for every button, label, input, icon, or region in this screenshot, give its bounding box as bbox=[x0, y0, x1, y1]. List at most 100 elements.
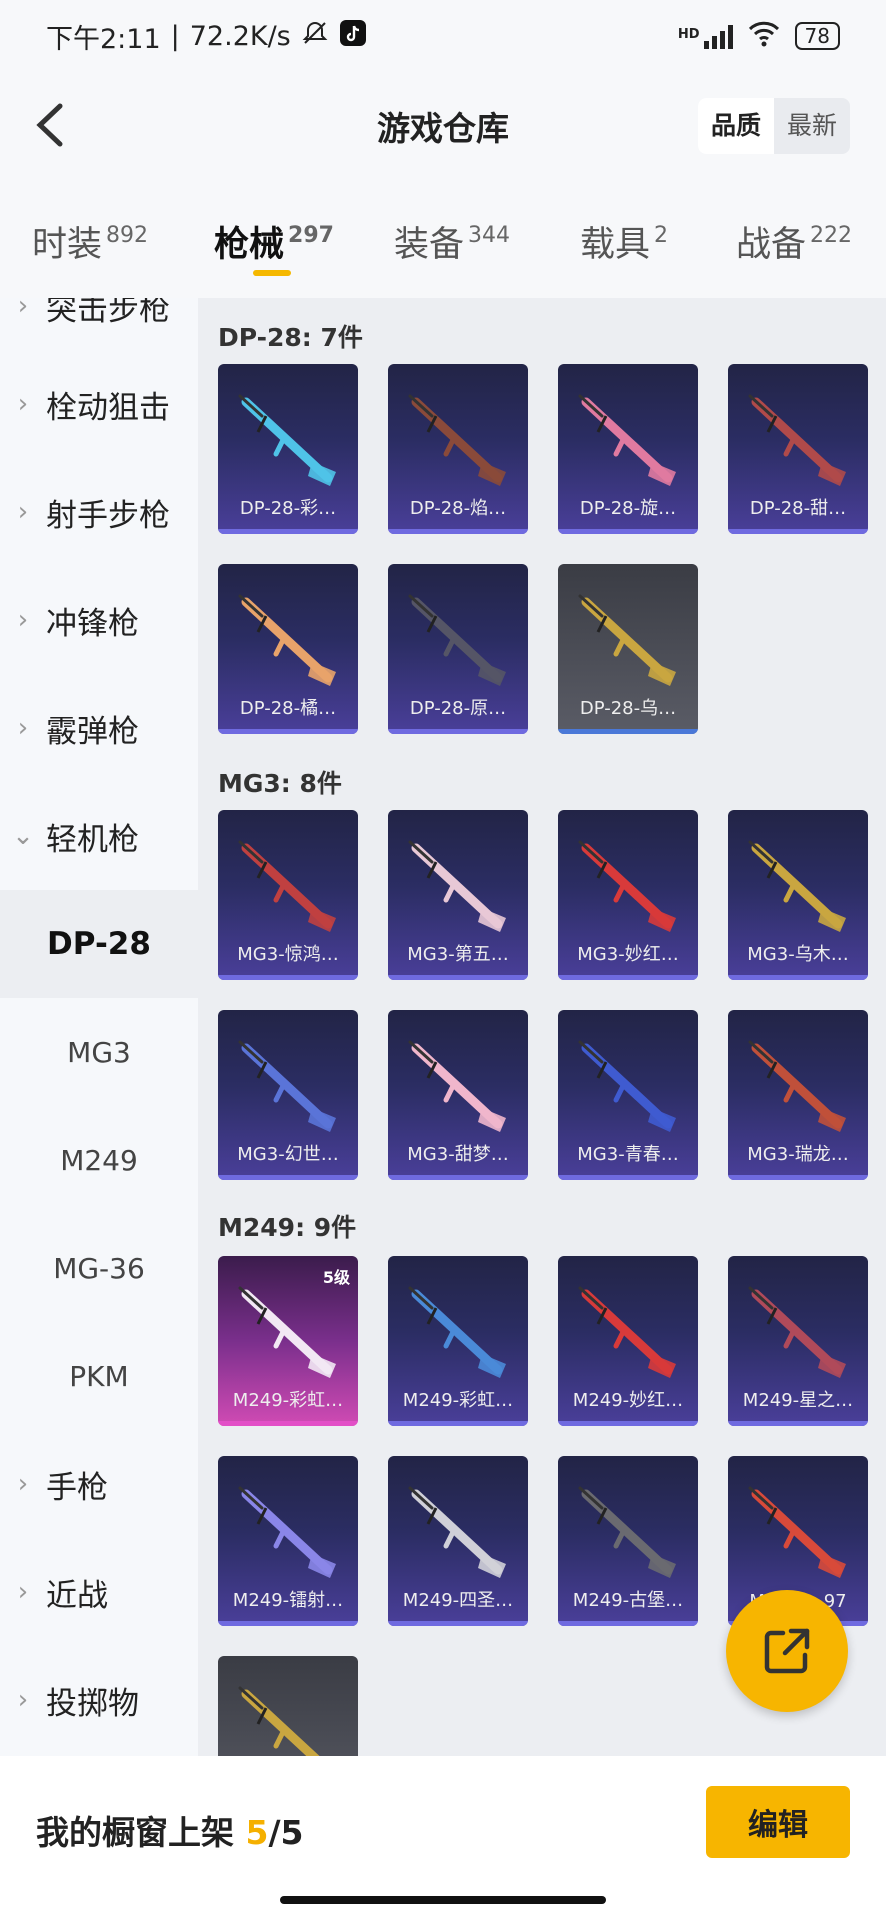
chevron-right-icon: › bbox=[17, 389, 29, 419]
item-card-label: DP-28-乌… bbox=[579, 698, 677, 719]
rarity-bar bbox=[218, 529, 358, 534]
group-title-dp28: DP-28: 7件 bbox=[218, 323, 363, 352]
sidebar-item-pistol[interactable]: › 手枪 bbox=[0, 1430, 198, 1538]
tab-vehicles[interactable]: 载具 2 bbox=[580, 216, 668, 267]
chevron-right-icon: › bbox=[17, 1469, 29, 1499]
rarity-bar bbox=[388, 529, 528, 534]
sort-option-quality[interactable]: 品质 bbox=[697, 98, 774, 154]
active-tab-indicator bbox=[253, 270, 291, 276]
item-card-label: DP-28-原… bbox=[409, 698, 507, 719]
rarity-bar bbox=[388, 1621, 528, 1626]
item-card[interactable]: M249-四圣… bbox=[388, 1456, 528, 1626]
gun-image bbox=[578, 594, 676, 686]
gun-image bbox=[238, 594, 336, 686]
rarity-bar bbox=[558, 1421, 698, 1426]
shelf-count: 5 bbox=[245, 1813, 269, 1852]
network-speed: 72.2K/s bbox=[189, 20, 291, 52]
tab-fashion[interactable]: 时装 892 bbox=[32, 216, 148, 267]
status-bar: 下午2:11 | 72.2K/s HD 78 bbox=[0, 0, 886, 72]
item-card-label: M249-古堡… bbox=[572, 1590, 684, 1611]
rarity-bar bbox=[728, 1175, 868, 1180]
sidebar-sub-pkm[interactable]: PKM bbox=[0, 1322, 198, 1430]
item-card[interactable]: MG3-青春… bbox=[558, 1010, 698, 1180]
item-card-label: MG3-妙红… bbox=[577, 944, 679, 965]
rarity-bar bbox=[218, 1175, 358, 1180]
rarity-bar bbox=[728, 1421, 868, 1426]
rarity-bar bbox=[218, 1421, 358, 1426]
item-card[interactable]: DP-28-甜… bbox=[728, 364, 868, 534]
item-card[interactable]: MG3-甜梦… bbox=[388, 1010, 528, 1180]
sort-option-latest[interactable]: 最新 bbox=[774, 98, 850, 154]
sidebar-item-melee[interactable]: › 近战 bbox=[0, 1538, 198, 1646]
tab-guns[interactable]: 枪械 297 bbox=[214, 216, 334, 267]
rarity-bar bbox=[388, 1421, 528, 1426]
sidebar-sub-mg3[interactable]: MG3 bbox=[0, 998, 198, 1106]
gun-image bbox=[578, 1040, 676, 1132]
item-card[interactable]: M249-古堡… bbox=[558, 1456, 698, 1626]
sort-toggle: 品质 最新 bbox=[697, 98, 850, 154]
rarity-bar bbox=[728, 975, 868, 980]
item-card[interactable]: MG3-妙红… bbox=[558, 810, 698, 980]
gun-image bbox=[408, 594, 506, 686]
sidebar-item-marksman-rifle[interactable]: › 射手步枪 bbox=[0, 458, 198, 566]
item-card-label: MG3-甜梦… bbox=[407, 1144, 509, 1165]
item-card[interactable]: MG3-第五… bbox=[388, 810, 528, 980]
item-card[interactable]: DP-28-焰… bbox=[388, 364, 528, 534]
item-card[interactable]: DP-28-彩… bbox=[218, 364, 358, 534]
sidebar-sub-dp28[interactable]: DP-28 bbox=[0, 890, 198, 998]
item-card[interactable]: DP-28-橘… bbox=[218, 564, 358, 734]
share-external-button[interactable] bbox=[726, 1590, 848, 1712]
gun-image bbox=[748, 1040, 846, 1132]
gun-image bbox=[238, 1040, 336, 1132]
tab-equipment[interactable]: 装备 344 bbox=[394, 216, 510, 267]
gun-image bbox=[408, 1286, 506, 1378]
gun-image bbox=[408, 840, 506, 932]
tab-supplies[interactable]: 战备 222 bbox=[736, 216, 852, 267]
item-card[interactable]: DP-28-乌… bbox=[558, 564, 698, 734]
gun-image bbox=[748, 840, 846, 932]
gun-image bbox=[408, 394, 506, 486]
item-card[interactable]: M249-镭射… bbox=[218, 1456, 358, 1626]
sidebar-item-bolt-sniper[interactable]: › 栓动狙击 bbox=[0, 350, 198, 458]
sidebar-item-shotgun[interactable]: › 霰弹枪 bbox=[0, 674, 198, 782]
item-card[interactable]: 5级 M249-彩虹… bbox=[218, 1256, 358, 1426]
chevron-right-icon: › bbox=[17, 497, 29, 527]
item-card-label: DP-28-旋… bbox=[579, 498, 677, 519]
item-card-label: MG3-幻世… bbox=[237, 1144, 339, 1165]
item-card[interactable] bbox=[218, 1656, 358, 1756]
item-card[interactable]: M249-妙红… bbox=[558, 1256, 698, 1426]
item-card-label: MG3-乌木… bbox=[747, 944, 849, 965]
item-card[interactable]: M249-星之… bbox=[728, 1256, 868, 1426]
rarity-bar bbox=[218, 975, 358, 980]
item-card-label: M249-妙红… bbox=[572, 1390, 684, 1411]
sidebar-sub-mg36[interactable]: MG-36 bbox=[0, 1214, 198, 1322]
sidebar-sub-m249[interactable]: M249 bbox=[0, 1106, 198, 1214]
sidebar-item-lmg[interactable]: ⌄ 轻机枪 bbox=[0, 782, 198, 890]
item-card-label: DP-28-焰… bbox=[409, 498, 507, 519]
item-card[interactable]: M249-彩虹… bbox=[388, 1256, 528, 1426]
signal-icon bbox=[703, 23, 733, 49]
item-card-label: MG3-瑞龙… bbox=[747, 1144, 849, 1165]
sidebar-item-throwable[interactable]: › 投掷物 bbox=[0, 1646, 198, 1754]
gun-image bbox=[238, 1286, 336, 1378]
edit-button[interactable]: 编辑 bbox=[706, 1786, 850, 1858]
rarity-bar bbox=[388, 1175, 528, 1180]
item-card[interactable]: DP-28-原… bbox=[388, 564, 528, 734]
item-card[interactable]: DP-28-旋… bbox=[558, 364, 698, 534]
item-card[interactable]: MG3-幻世… bbox=[218, 1010, 358, 1180]
item-card[interactable]: MG3-瑞龙… bbox=[728, 1010, 868, 1180]
item-card-label: M249-星之… bbox=[742, 1390, 854, 1411]
gun-image bbox=[578, 840, 676, 932]
item-card[interactable]: MG3-乌木… bbox=[728, 810, 868, 980]
status-time: 下午2:11 bbox=[46, 23, 161, 55]
gun-image bbox=[408, 1486, 506, 1578]
mute-icon bbox=[301, 19, 329, 54]
rarity-bar bbox=[558, 529, 698, 534]
hd-label: HD bbox=[677, 26, 700, 42]
item-card-label: M249-镭射… bbox=[232, 1590, 344, 1611]
chevron-down-icon: ⌄ bbox=[12, 821, 34, 851]
chevron-right-icon: › bbox=[17, 298, 29, 321]
item-card[interactable]: MG3-惊鸿… bbox=[218, 810, 358, 980]
rarity-bar bbox=[218, 1621, 358, 1626]
sidebar-item-smg[interactable]: › 冲锋枪 bbox=[0, 566, 198, 674]
